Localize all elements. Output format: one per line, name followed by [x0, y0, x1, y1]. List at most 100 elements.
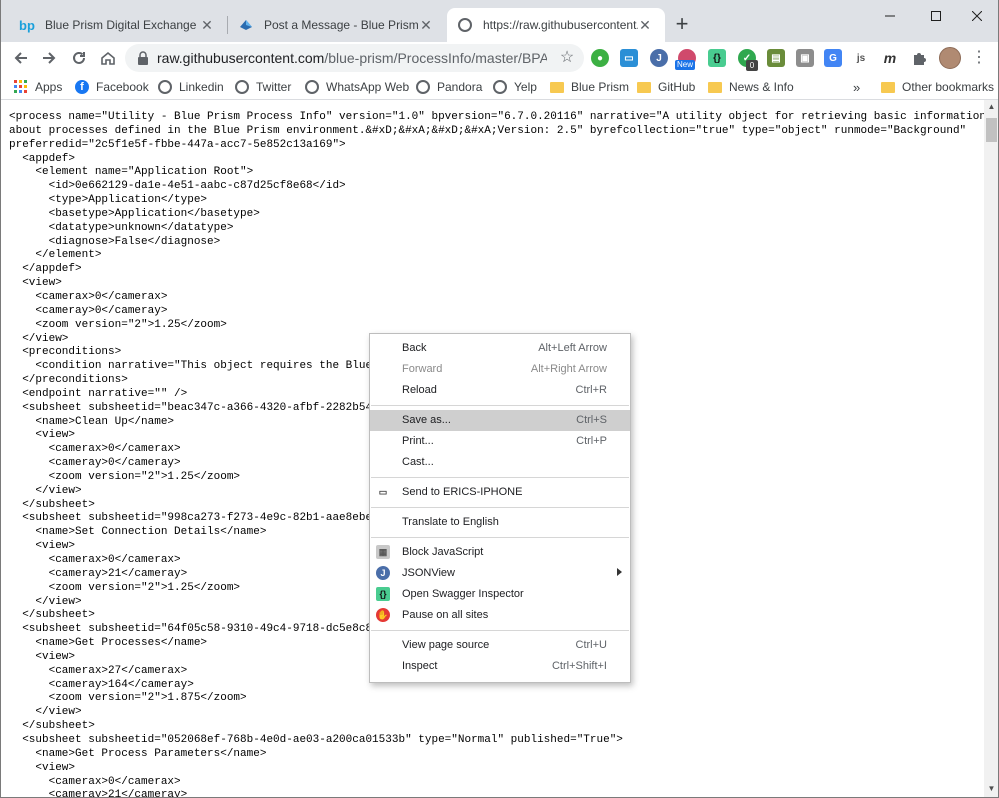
xml-line: <camerax>0</camerax> [9, 775, 181, 788]
menu-item-shortcut: Ctrl+R [575, 384, 607, 396]
folder-icon [707, 79, 723, 95]
folder-icon [880, 79, 896, 95]
menu-item-save-as[interactable]: Save as... Ctrl+S [370, 410, 630, 431]
bookmark-linkedin[interactable]: Linkedin [157, 78, 224, 96]
m-extension-icon[interactable]: m [881, 49, 899, 67]
bookmark-other-bookmarks[interactable]: Other bookmarks [880, 78, 994, 96]
menu-item-label: Cast... [402, 456, 434, 468]
doc-extension-icon[interactable]: ▤ [767, 49, 785, 67]
xml-line: </subsheet> [9, 720, 95, 733]
xml-line: <zoom version="2">1.875</zoom> [9, 692, 247, 705]
apps-bookmark[interactable]: Apps [13, 78, 62, 96]
menu-item-label: Save as... [402, 414, 451, 426]
home-button[interactable] [96, 46, 120, 70]
translate-extension-icon[interactable]: G [824, 49, 842, 67]
bookmark-yelp[interactable]: Yelp [492, 78, 537, 96]
xml-line: </view> [9, 706, 82, 719]
menu-item-translate-to-english[interactable]: Translate to English [370, 512, 630, 533]
globe-icon [457, 17, 473, 33]
close-tab-icon[interactable]: ✕ [418, 17, 434, 33]
menu-item-inspect[interactable]: Inspect Ctrl+Shift+I [370, 656, 630, 677]
menu-item-cast[interactable]: Cast... [370, 452, 630, 473]
chrome-menu-icon[interactable]: ⋮ [971, 48, 987, 68]
folder-icon [636, 79, 652, 95]
tab-blue-prism-digital-exchange[interactable]: bp Blue Prism Digital Exchange ✕ [9, 8, 227, 42]
xml-line: <basetype>Application</basetype> [9, 207, 260, 220]
url-path: /blue-prism/ProcessInfo/master/BPA%... [324, 50, 547, 66]
new-badge: New [675, 60, 696, 70]
screenshot-extension-icon[interactable]: ▣ [796, 49, 814, 67]
back-button[interactable] [9, 46, 33, 70]
bookmark-folder-blue-prism[interactable]: Blue Prism [549, 78, 629, 96]
bookmark-label: Yelp [514, 80, 537, 94]
bookmarks-overflow-button[interactable]: » [853, 78, 860, 96]
new-tab-button[interactable]: + [672, 13, 692, 35]
close-window-button[interactable] [954, 0, 998, 32]
bookmark-twitter[interactable]: Twitter [234, 78, 291, 96]
menu-item-send-to-erics-iphone[interactable]: ▭ Send to ERICS-IPHONE [370, 482, 630, 503]
js-extension-icon[interactable]: js [852, 49, 870, 67]
menu-item-pause-on-all-sites[interactable]: ✋ Pause on all sites [370, 605, 630, 626]
xml-line: <type>Application</type> [9, 194, 208, 207]
bookmark-label: Blue Prism [571, 80, 630, 94]
xml-line: <appdef> [9, 152, 76, 165]
menu-item-forward[interactable]: Forward Alt+Right Arrow [370, 359, 630, 380]
globe-icon [304, 79, 320, 95]
xml-line: <camerax>0</camerax> [9, 290, 168, 303]
bookmark-label: GitHub [658, 80, 696, 94]
maximize-button[interactable] [913, 0, 959, 32]
menu-item-label: Back [402, 342, 427, 354]
bookmark-pandora[interactable]: Pandora [415, 78, 482, 96]
reload-icon [73, 51, 85, 64]
tab-post-a-message[interactable]: Post a Message - Blue Prism Com ✕ [228, 8, 446, 42]
menu-item-back[interactable]: Back Alt+Left Arrow [370, 338, 630, 359]
profile-avatar[interactable] [939, 47, 961, 69]
puzzle-extension-icon[interactable] [910, 49, 928, 67]
url-text: raw.githubusercontent.com/blue-prism/Pro… [157, 50, 547, 66]
address-bar[interactable]: raw.githubusercontent.com/blue-prism/Pro… [125, 44, 584, 72]
bookmark-label: Linkedin [179, 80, 224, 94]
xml-line: <view> [9, 761, 76, 774]
close-tab-icon[interactable]: ✕ [199, 17, 215, 33]
tab-strip: bp Blue Prism Digital Exchange ✕ Post a … [1, 0, 998, 42]
scroll-up-arrow-icon[interactable]: ▲ [984, 102, 998, 114]
bookmark-label: Other bookmarks [902, 80, 995, 94]
scroll-down-arrow-icon[interactable]: ▼ [984, 784, 998, 796]
bookmark-star-icon[interactable]: ☆ [558, 49, 576, 67]
screen-extension-icon[interactable]: ▭ [620, 49, 638, 67]
vertical-scrollbar[interactable]: ▲ ▼ [984, 100, 998, 797]
close-tab-icon[interactable]: ✕ [637, 17, 653, 33]
tab-title: https://raw.githubusercontent.co [483, 18, 638, 32]
menu-item-jsonview[interactable]: J JSONView [370, 563, 630, 584]
count-badge: 0 [746, 60, 758, 71]
menu-item-view-page-source[interactable]: View page source Ctrl+U [370, 635, 630, 656]
reload-button[interactable] [67, 46, 91, 70]
menu-item-open-swagger-inspector[interactable]: {} Open Swagger Inspector [370, 584, 630, 605]
menu-item-shortcut: Alt+Right Arrow [530, 363, 607, 375]
bookmark-folder-github[interactable]: GitHub [636, 78, 695, 96]
bookmarks-bar: Apps f Facebook Linkedin Twitter WhatsAp… [1, 74, 998, 100]
menu-item-block-javascript[interactable]: ▦ Block JavaScript [370, 542, 630, 563]
menu-item-shortcut: Alt+Left Arrow [538, 342, 607, 354]
green-extension-icon[interactable]: ● [591, 49, 609, 67]
menu-item-label: Open Swagger Inspector [402, 588, 524, 600]
jsonview-icon: J [376, 566, 390, 580]
menu-item-shortcut: Ctrl+Shift+I [551, 660, 607, 672]
swagger-extension-icon[interactable]: {} [708, 49, 726, 67]
jsonview-extension-icon[interactable]: J [650, 49, 668, 67]
bookmark-facebook[interactable]: f Facebook [74, 78, 149, 96]
menu-separator [371, 405, 629, 406]
menu-item-label: JSONView [402, 567, 455, 579]
device-icon: ▭ [378, 486, 388, 497]
scroll-thumb[interactable] [986, 118, 997, 142]
tab-raw-githubusercontent[interactable]: https://raw.githubusercontent.co ✕ [447, 8, 665, 42]
bookmark-folder-news-info[interactable]: News & Info [707, 78, 794, 96]
forward-button[interactable] [37, 46, 61, 70]
xml-line: </appdef> [9, 263, 82, 276]
xml-line: <zoom version="2">1.25</zoom> [9, 318, 227, 331]
minimize-button[interactable] [867, 0, 913, 32]
xml-line: <cameray>21</cameray> [9, 789, 188, 798]
bookmark-whatsapp-web[interactable]: WhatsApp Web [304, 78, 409, 96]
menu-item-print[interactable]: Print... Ctrl+P [370, 431, 630, 452]
menu-item-reload[interactable]: Reload Ctrl+R [370, 380, 630, 401]
